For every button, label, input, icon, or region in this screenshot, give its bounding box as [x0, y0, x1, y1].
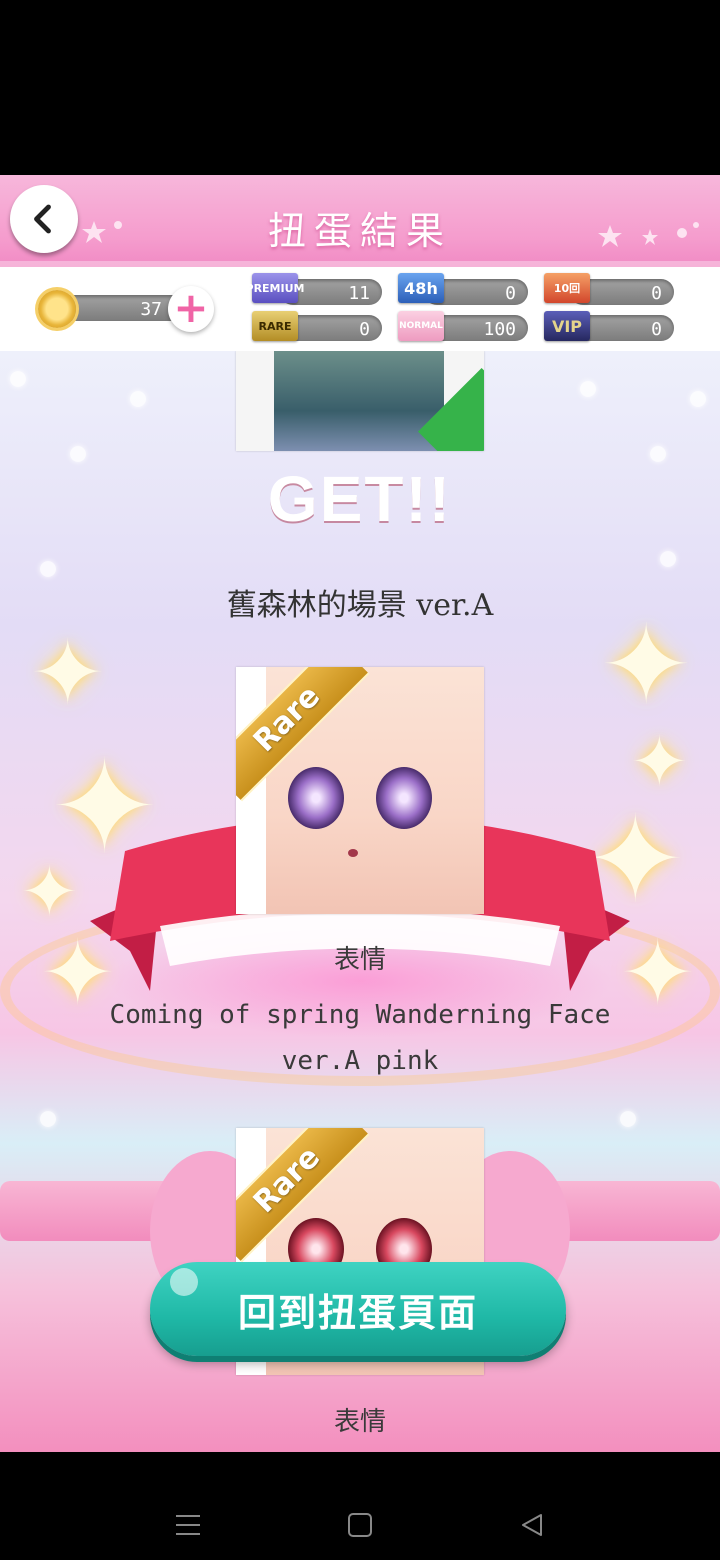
coin-icon	[38, 290, 76, 328]
item-category: 表情	[333, 945, 386, 975]
rare-ticket-count: 0	[359, 319, 370, 340]
decor-dot	[650, 446, 666, 462]
rare-ticket-icon: RARE	[252, 311, 298, 341]
triangle-back-icon	[522, 1514, 542, 1536]
vip-ticket-count: 0	[651, 319, 662, 340]
page-title: 扭蛋結果	[267, 209, 452, 253]
item-category: 表情	[333, 1407, 386, 1437]
item-image-face[interactable]: Rare	[236, 667, 484, 914]
eye-right-icon	[376, 767, 432, 829]
menu-icon	[176, 1515, 200, 1535]
item-name: 舊森林的場景 ver.A	[226, 588, 494, 623]
normal-ticket-count: 100	[483, 319, 516, 340]
forest-scene-thumbnail	[274, 351, 444, 451]
premium-ticket-count: 11	[348, 283, 370, 304]
back-nav-button[interactable]	[512, 1505, 552, 1545]
plus-icon: +	[173, 283, 209, 332]
decor-dot	[660, 551, 676, 567]
menu-nav-button[interactable]	[168, 1505, 208, 1545]
square-icon	[348, 1513, 372, 1537]
10x-ticket-icon: 10回	[544, 273, 590, 303]
decor-dot	[10, 371, 26, 387]
10x-ticket-count: 0	[651, 283, 662, 304]
mouth-icon	[348, 849, 358, 857]
currency-bar: 37 11 0 0 0 100 0 PREMIUM 48h 10回 RARE N…	[0, 267, 720, 351]
get-label: GET!!	[267, 463, 453, 535]
sparkle-icon: ✦	[30, 621, 106, 726]
decor-dot	[70, 446, 86, 462]
item-image-scene	[236, 351, 484, 451]
top-black-area	[0, 0, 720, 175]
vip-ticket-icon: VIP	[544, 311, 590, 341]
48h-ticket-icon: 48h	[398, 273, 444, 303]
premium-ticket-icon: PREMIUM	[246, 273, 304, 303]
item-name: Coming of spring Wanderning Face ver.A p…	[109, 1000, 611, 1076]
button-gloss	[170, 1268, 198, 1296]
48h-ticket-count: 0	[505, 283, 516, 304]
normal-ticket-icon: NORMAL	[398, 311, 444, 341]
home-nav-button[interactable]	[340, 1505, 380, 1545]
decor-dot	[40, 1111, 56, 1127]
decor-dot	[40, 561, 56, 577]
decor-dot	[620, 1111, 636, 1127]
add-coins-button[interactable]: +	[168, 286, 214, 332]
eye-left-icon	[288, 767, 344, 829]
return-to-gacha-button[interactable]: 回到扭蛋頁面	[150, 1262, 566, 1356]
decor-dot	[130, 391, 146, 407]
coin-count: 37	[140, 299, 162, 320]
decor-dot	[690, 391, 706, 407]
decor-dot	[580, 381, 596, 397]
